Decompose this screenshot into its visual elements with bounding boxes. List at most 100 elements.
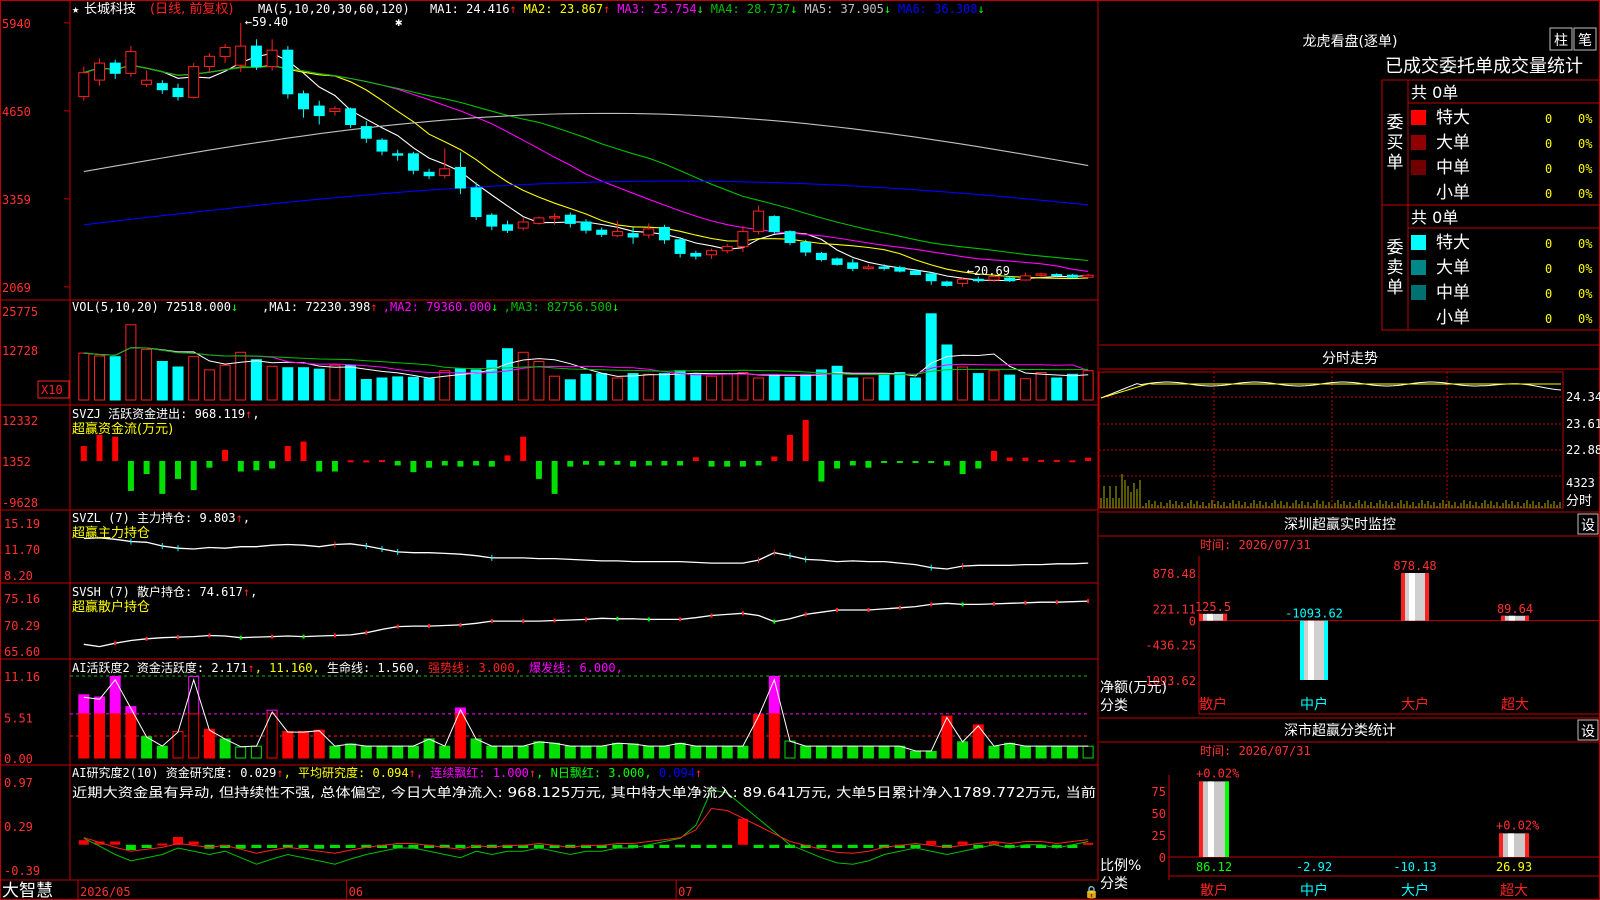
svzj-bar [708,461,715,467]
intraday-y-tick: 23.61 [1566,417,1600,431]
ai-research-bar [110,841,121,845]
svsh-y-tick-label: 65.60 [4,645,40,659]
ai-active-bar [596,745,608,759]
monitor-bar-label: 89.64 [1497,602,1533,616]
candle [1051,274,1063,276]
svsh-y-tick-label: 75.16 [4,592,40,606]
ai-active-bar [407,745,419,759]
candle [219,47,231,57]
candle [894,267,906,272]
svzj-bar [802,419,809,461]
vol-header: VOL(5,10,20) 72518.000↓ [72,300,238,314]
svzj-bar [551,461,558,494]
ai-active-bar [439,745,451,759]
volume-bar [862,377,874,401]
candle [141,79,153,85]
svzj-bar [237,461,244,472]
ai-research-bar [706,844,717,848]
svzj-bar [1053,459,1060,462]
sell-row-swatch [1411,235,1426,250]
intraday-y-tick: 22.88 [1566,443,1600,457]
svsh-header: SVSH (7) 散户持仓: 74.617↑, [72,584,257,599]
ai-research-bar [157,843,168,846]
sell-side-label: 委卖单 [1387,238,1404,298]
svzj-bar [316,461,323,472]
svzj-bar [598,461,605,466]
candle [627,233,639,238]
monitor-bar-3 [1501,615,1529,621]
ai-active-bar [658,745,670,759]
candle [392,153,404,156]
candle [737,231,749,248]
svzj-bar [896,461,903,463]
monitor-category: 大户 [1401,696,1429,713]
svzj-bar [1022,457,1029,461]
svzj-bar [284,446,291,461]
ai-active-bar [815,745,827,759]
volume-bar [549,375,561,401]
ma-value-6: MA6: 36.308↓ [898,2,985,16]
candle [658,227,670,241]
volume-bar [737,372,749,401]
candle [172,87,184,98]
ma-value-4: MA4: 28.737↓ [711,2,798,16]
ai-research-bar [863,844,874,848]
svzj-y-tick-label: 1352 [2,455,31,469]
candle [376,139,388,152]
monitor-category: 散户 [1199,696,1227,713]
svzj-header: SVZJ 活跃资金进出: 968.119↑, [72,406,260,421]
candle [925,273,937,282]
main-y-tick-label: 5940 [2,17,31,31]
svzj-bar [410,461,417,473]
sell-row-pct: 0% [1578,262,1593,276]
candle [502,224,513,231]
volume-bar [690,373,702,401]
monitor-bar-1 [1300,620,1328,680]
sell-row-name: 中单 [1436,283,1470,303]
svzj-bar [269,461,276,469]
ai-active-bar [250,745,262,759]
ai-active-bar-top [109,675,121,715]
svzj-bar [912,461,919,463]
class-bar-highlight [1208,781,1214,857]
candle [784,231,796,244]
class-y-tick: 50 [1152,807,1166,821]
ai-research-bar [267,844,278,848]
ai-research-bar [926,840,937,845]
svzj-bar [379,460,385,463]
svzj-bar [426,461,433,468]
date-label: 07 [678,885,692,899]
stock-chart-canvas[interactable]: 5940 4650 3359 2069 ★ 长城科技 (日线, 前复权) MA(5,10,20… [0,0,1600,900]
candle [549,216,561,219]
candle [407,153,419,171]
candle [329,108,341,113]
svzj-bar [943,461,950,466]
volume-bar [643,373,655,401]
svsh-y-tick-label: 70.29 [4,619,40,633]
volume-bar [910,377,921,401]
volume-bar [674,370,686,401]
class-bar-top-label: +0.02% [1196,766,1240,780]
vol-ma-value-3: ,MA3: 82756.500↓ [504,300,620,314]
svzj-bar [645,461,652,466]
volume-bar [1051,377,1063,401]
svzj-bar [692,457,699,461]
buy-side-label-char: 单 [1387,153,1404,173]
volume-bar [1035,372,1047,401]
stroke-mode-label: 笔 [1578,33,1592,49]
ai-active-bar [580,745,592,759]
ai-active-bar [345,743,357,759]
candle [831,258,843,265]
vol-unit-label: X10 [41,383,63,397]
svzj-bar [1085,457,1092,461]
ai-active-bar [392,745,404,759]
volume-bar [423,378,435,401]
ai-active-bar [957,741,969,759]
svzj-bar [159,461,166,494]
candle [564,214,576,224]
buy-row-count: 0 [1545,187,1552,201]
candle [188,66,200,98]
ai-research-bar [251,844,262,848]
ai-active-bar [706,745,717,759]
candle [250,45,262,68]
